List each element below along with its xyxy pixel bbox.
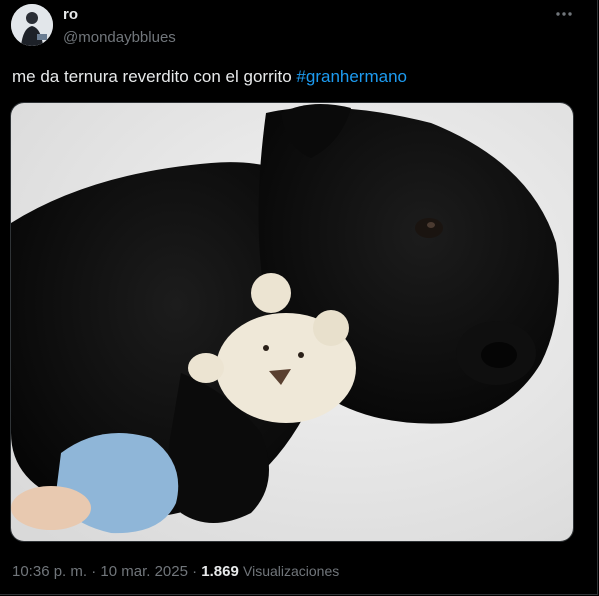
hashtag-link[interactable]: #granhermano [296,67,407,86]
display-name[interactable]: ro [63,6,78,23]
views-count: 1.869 [201,563,239,580]
avatar-image [11,4,53,46]
puppy-with-teddy-image [11,103,573,541]
more-options-icon[interactable] [550,4,578,24]
meta-separator: · [87,563,101,580]
user-handle[interactable]: @mondaybblues [63,29,176,46]
tweet-text: me da ternura reverdito con el gorrito #… [12,67,407,87]
tweet-date[interactable]: 10 mar. 2025 [100,563,188,580]
tweet-card: ro @mondaybblues me da ternura reverdito… [0,0,598,595]
tweet-meta: 10:36 p. m. · 10 mar. 2025 · 1.869 Visua… [12,563,339,580]
tweet-body: me da ternura reverdito con el gorrito [12,67,297,86]
tweet-media-image[interactable] [10,102,574,542]
meta-separator: · [187,563,202,580]
views-label: Visualizaciones [243,563,340,579]
avatar[interactable] [11,4,53,46]
tweet-time[interactable]: 10:36 p. m. [12,563,87,580]
